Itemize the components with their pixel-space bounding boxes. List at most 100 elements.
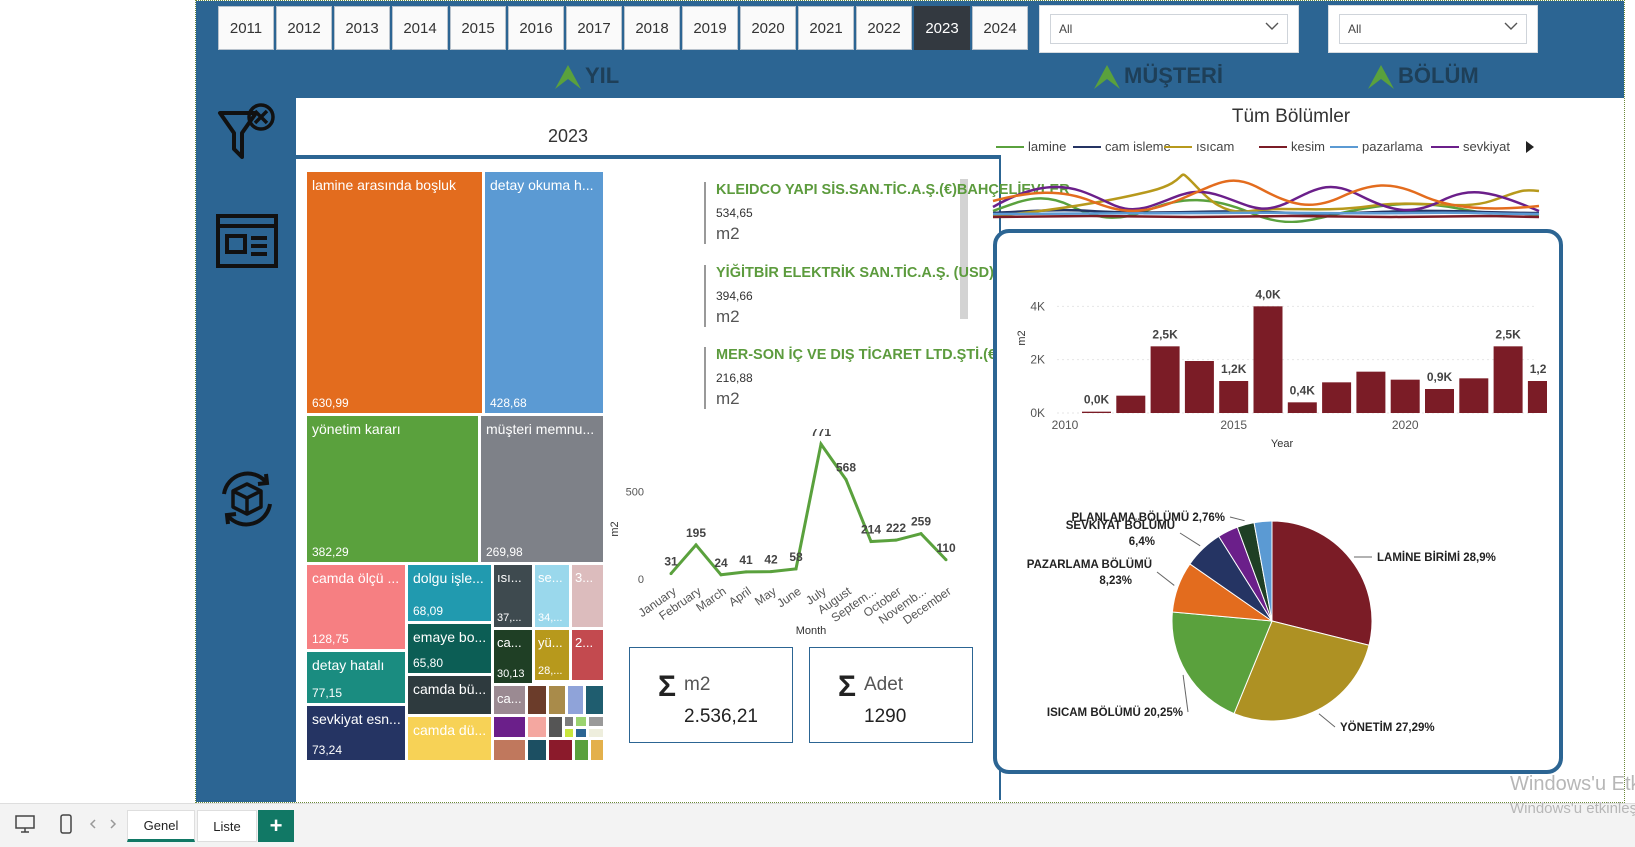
bar[interactable] <box>1219 381 1248 413</box>
treemap-tile[interactable] <box>588 716 604 727</box>
bar[interactable] <box>1151 346 1180 413</box>
bar[interactable] <box>1356 372 1385 413</box>
treemap-tile[interactable] <box>575 716 587 727</box>
clear-filter-icon[interactable] <box>214 101 280 167</box>
treemap-tile[interactable]: camda ölçü ...128,75 <box>306 564 406 650</box>
year-button-2012[interactable]: 2012 <box>276 6 332 50</box>
line-point[interactable] <box>720 573 723 576</box>
treemap-tile[interactable] <box>493 739 526 761</box>
prev-page-icon[interactable] <box>88 818 98 830</box>
year-button-2019[interactable]: 2019 <box>682 6 738 50</box>
legend-next-icon[interactable] <box>1524 140 1536 154</box>
treemap-tile[interactable]: müşteri memnu...269,98 <box>480 415 604 563</box>
chevron-down-icon <box>1263 17 1281 35</box>
year-button-2015[interactable]: 2015 <box>450 6 506 50</box>
line-point[interactable] <box>945 558 948 561</box>
treemap-tile[interactable] <box>548 739 573 761</box>
line-point[interactable] <box>670 572 673 575</box>
treemap-tile[interactable] <box>527 716 547 738</box>
line-point[interactable] <box>920 532 923 535</box>
legend-item[interactable]: kesim <box>1259 139 1325 154</box>
line-point[interactable] <box>770 570 773 573</box>
bar[interactable] <box>1288 402 1317 413</box>
treemap-tile[interactable]: camda bü... <box>407 675 492 715</box>
legend-item[interactable]: cam isleme <box>1073 139 1171 154</box>
line-point[interactable] <box>695 543 698 546</box>
bar[interactable] <box>1185 361 1214 413</box>
tab-liste[interactable]: Liste <box>197 810 257 842</box>
treemap-tile[interactable]: ca... <box>493 685 526 715</box>
add-page-button[interactable]: + <box>258 810 294 842</box>
treemap-tile[interactable] <box>574 739 589 761</box>
year-button-2014[interactable]: 2014 <box>392 6 448 50</box>
treemap-tile[interactable] <box>564 728 574 738</box>
year-button-2021[interactable]: 2021 <box>798 6 854 50</box>
treemap-tile[interactable] <box>527 685 547 715</box>
year-button-2022[interactable]: 2022 <box>856 6 912 50</box>
bar[interactable] <box>1254 306 1283 413</box>
bar[interactable] <box>1459 378 1488 413</box>
report-page-icon[interactable] <box>214 208 280 274</box>
treemap-tile[interactable] <box>567 685 584 715</box>
customer-item[interactable]: YİĞİTBİR ELEKTRİK SAN.TİC.A.Ş. (USD) 394… <box>704 265 994 327</box>
bar[interactable] <box>1116 396 1145 413</box>
line-point[interactable] <box>845 478 848 481</box>
treemap-tile[interactable] <box>575 728 587 738</box>
treemap-tile[interactable]: emaye bo...65,80 <box>407 623 492 674</box>
treemap-tile[interactable]: 3... <box>571 564 604 628</box>
legend-item[interactable]: lamine <box>996 139 1066 154</box>
year-button-2016[interactable]: 2016 <box>508 6 564 50</box>
bar[interactable] <box>1082 412 1111 413</box>
treemap-tile[interactable] <box>548 716 563 738</box>
treemap-tile[interactable]: camda dü... <box>407 716 492 761</box>
line-point[interactable] <box>870 540 873 543</box>
musteri-label-text: MÜŞTERİ <box>1124 63 1223 89</box>
legend-item[interactable]: sevkiyat <box>1431 139 1510 154</box>
treemap-tile[interactable]: detay okuma h...428,68 <box>484 171 604 414</box>
refresh-box-icon[interactable] <box>214 466 280 532</box>
treemap-tile[interactable] <box>590 739 604 761</box>
year-button-2018[interactable]: 2018 <box>624 6 680 50</box>
legend-item[interactable]: pazarlama <box>1330 139 1423 154</box>
bar[interactable] <box>1494 346 1523 413</box>
treemap-tile[interactable]: lamine arasında boşluk630,99 <box>306 171 483 414</box>
treemap-tile[interactable]: yönetim kararı382,29 <box>306 415 479 563</box>
year-button-2011[interactable]: 2011 <box>218 6 274 50</box>
treemap-tile[interactable] <box>527 739 547 761</box>
bolum-dropdown[interactable]: All <box>1328 5 1538 53</box>
treemap-tile[interactable] <box>548 685 566 715</box>
legend-item[interactable]: ısıcam <box>1164 139 1234 154</box>
year-button-2023[interactable]: 2023 <box>914 6 970 50</box>
mobile-view-icon[interactable] <box>58 813 74 835</box>
treemap-tile[interactable]: detay hatalı77,15 <box>306 651 406 704</box>
treemap-tile[interactable]: ca...30,13 <box>493 629 533 684</box>
line-point[interactable] <box>895 539 898 542</box>
treemap-tile[interactable] <box>588 728 604 738</box>
line-point[interactable] <box>820 443 823 446</box>
treemap-tile[interactable] <box>585 685 604 715</box>
treemap-tile[interactable]: 2... <box>571 629 604 681</box>
year-button-2017[interactable]: 2017 <box>566 6 622 50</box>
year-button-2020[interactable]: 2020 <box>740 6 796 50</box>
treemap-tile[interactable]: dolgu işle...68,09 <box>407 564 492 622</box>
bar[interactable] <box>1425 389 1454 413</box>
bar[interactable] <box>1528 381 1547 413</box>
treemap-tile[interactable]: ısı...37,... <box>493 564 533 628</box>
bar[interactable] <box>1322 382 1351 413</box>
tab-genel[interactable]: Genel <box>127 810 195 842</box>
line-point[interactable] <box>795 567 798 570</box>
treemap-tile[interactable] <box>493 716 526 738</box>
line-point[interactable] <box>745 570 748 573</box>
year-button-2024[interactable]: 2024 <box>972 6 1028 50</box>
bar[interactable] <box>1391 380 1420 413</box>
musteri-dropdown[interactable]: All <box>1039 5 1299 53</box>
customer-item[interactable]: MER-SON İÇ VE DIŞ TİCARET LTD.ŞTİ.(€) 21… <box>704 347 1001 409</box>
next-page-icon[interactable] <box>108 818 118 830</box>
x-axis-title: Month <box>796 625 827 637</box>
treemap-tile[interactable]: yü...28,... <box>534 629 570 681</box>
desktop-view-icon[interactable] <box>14 814 36 834</box>
treemap-tile[interactable] <box>564 716 574 727</box>
treemap-tile[interactable]: sevkiyat esn...73,24 <box>306 705 406 761</box>
year-button-2013[interactable]: 2013 <box>334 6 390 50</box>
treemap-tile[interactable]: se...34,... <box>534 564 570 628</box>
